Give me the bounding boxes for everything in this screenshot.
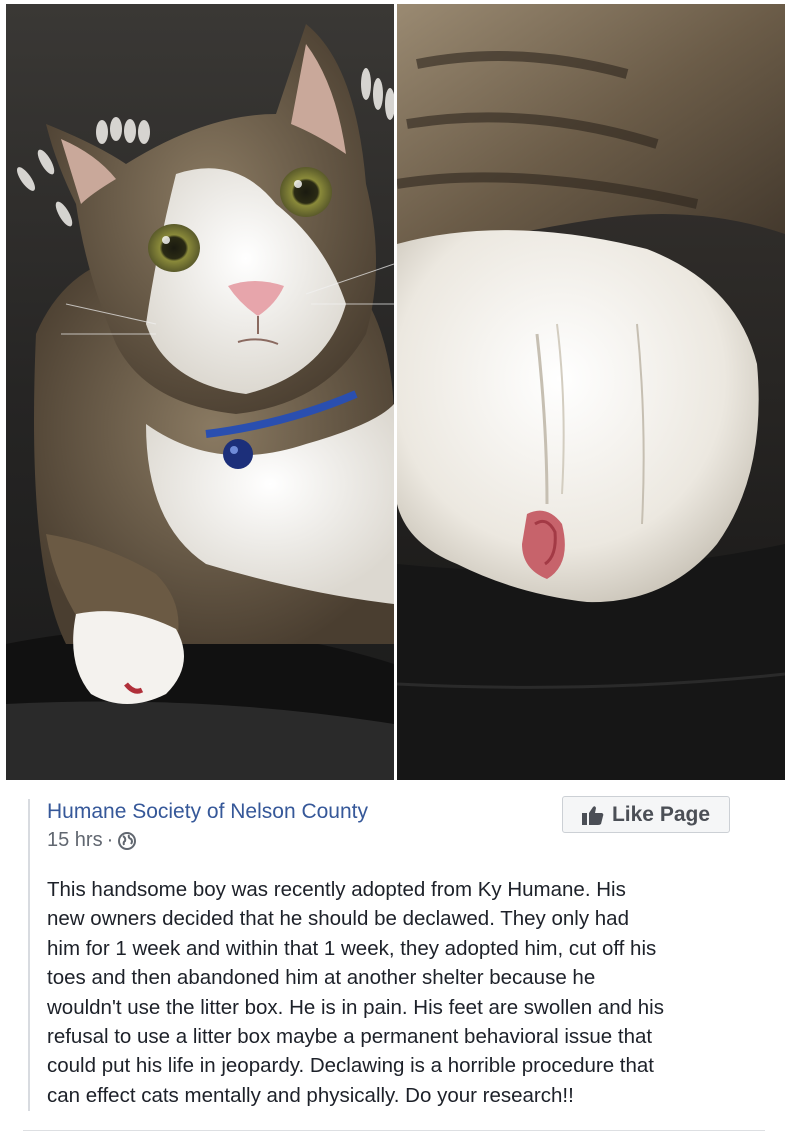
post-meta: 15 hrs ·	[47, 829, 137, 852]
post-text-line: wouldn't use the litter box. He is in pa…	[47, 995, 664, 1019]
thumbs-up-icon	[581, 805, 604, 825]
post-divider	[23, 1130, 765, 1131]
post-text-line: can effect cats mentally and physically.…	[47, 1083, 574, 1107]
post-text-line: This handsome boy was recently adopted f…	[47, 878, 626, 901]
post-left-border	[28, 799, 30, 1111]
post-text-line: him for 1 week and within that 1 week, t…	[47, 936, 657, 960]
post-text-line: refusal to use a litter box maybe a perm…	[47, 1025, 653, 1049]
post-text-line: toes and then abandoned him at another s…	[47, 966, 596, 990]
post-timestamp[interactable]: 15 hrs	[47, 829, 103, 852]
page-name-link[interactable]: Humane Society of Nelson County	[47, 800, 368, 824]
photo-grid	[6, 4, 785, 780]
globe-icon	[118, 831, 137, 850]
like-page-button[interactable]: Like Page	[562, 796, 730, 833]
cat-paw-photo[interactable]	[397, 4, 785, 780]
facebook-post-screenshot: Humane Society of Nelson County 15 hrs ·…	[0, 0, 793, 1141]
post-card: Humane Society of Nelson County 15 hrs ·…	[23, 781, 765, 1141]
like-page-label: Like Page	[611, 802, 711, 826]
post-text-line: could put his life in jeopardy. Declawin…	[47, 1054, 654, 1078]
cat-face-photo[interactable]	[6, 4, 394, 780]
post-text-line: new owners decided that he should be dec…	[47, 907, 629, 931]
post-body: This handsome boy was recently adopted f…	[47, 875, 775, 1110]
meta-separator: ·	[106, 829, 114, 851]
